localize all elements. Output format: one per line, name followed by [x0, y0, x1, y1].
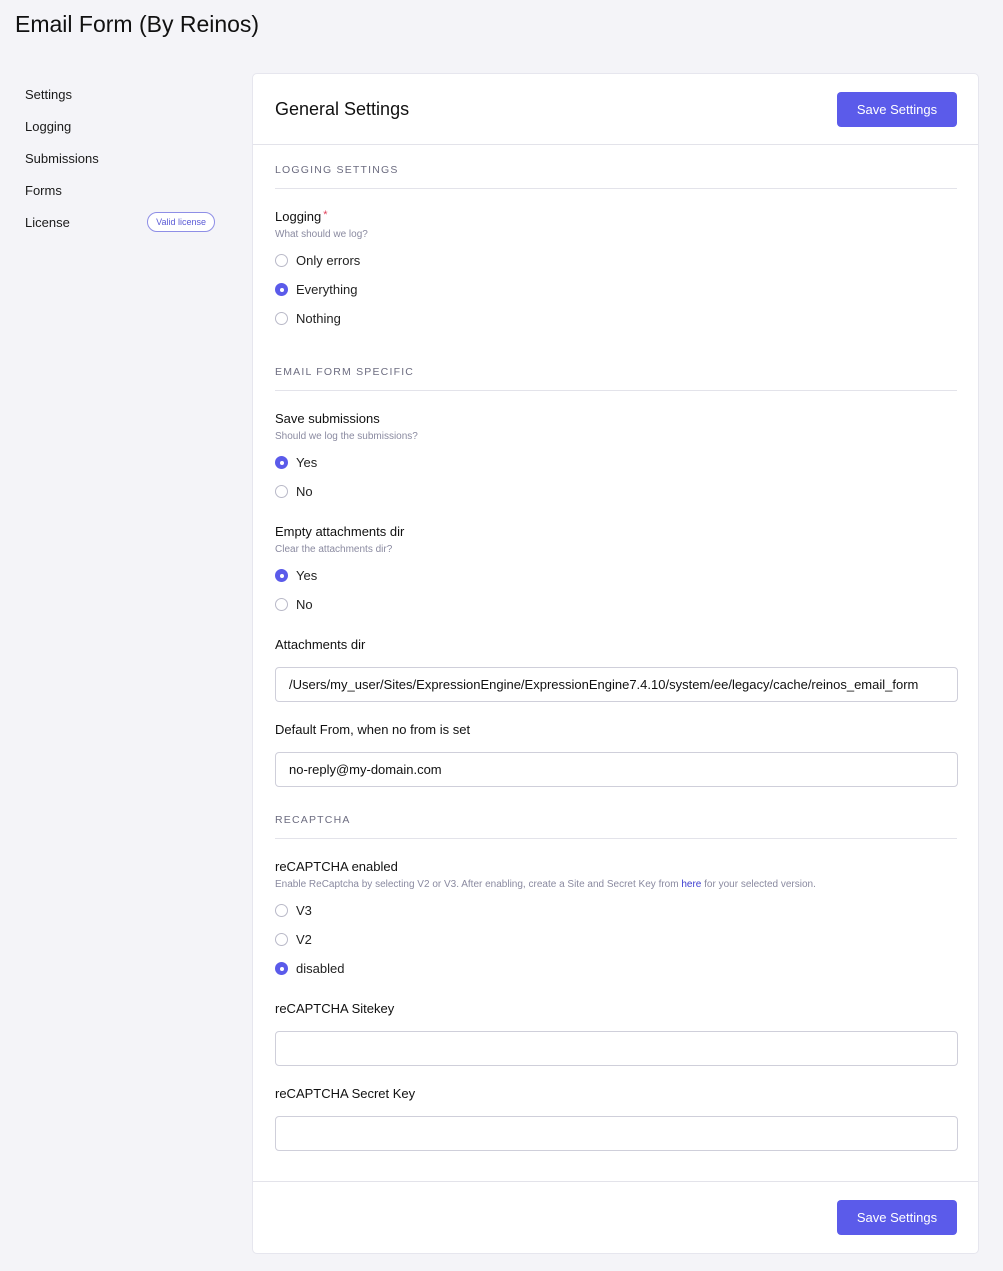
page-title: Email Form (By Reinos)	[15, 11, 260, 37]
radio-option-no[interactable]: No	[275, 477, 957, 506]
sidebar-item-license[interactable]: License Valid license	[25, 206, 220, 238]
save-settings-button[interactable]: Save Settings	[837, 91, 957, 127]
recaptcha-radio-group: V3 V2 disabled	[275, 896, 957, 983]
radio-button[interactable]	[275, 283, 288, 296]
radio-option-only-errors[interactable]: Only errors	[275, 246, 957, 275]
settings-panel: General Settings Save Settings LOGGING S…	[252, 73, 979, 1254]
sidebar-item-label: Settings	[25, 86, 72, 102]
empty-attachments-radio-group: Yes No	[275, 561, 957, 619]
logging-field: Logging * What should we log? Only errors…	[275, 209, 957, 333]
field-label: Save submissions	[275, 411, 380, 426]
radio-button[interactable]	[275, 962, 288, 975]
recaptcha-enabled-field: reCAPTCHA enabled Enable ReCaptcha by se…	[275, 859, 957, 983]
footer-save-settings-button[interactable]: Save Settings	[837, 1200, 957, 1235]
panel-body: LOGGING SETTINGS Logging * What should we…	[253, 145, 978, 1151]
required-marker: *	[323, 209, 328, 221]
radio-option-v3[interactable]: V3	[275, 896, 957, 925]
radio-option-v2[interactable]: V2	[275, 925, 957, 954]
field-description: What should we log?	[275, 229, 368, 240]
default-from-input[interactable]	[275, 752, 958, 787]
sidebar-item-forms[interactable]: Forms	[25, 174, 220, 206]
radio-button[interactable]	[275, 254, 288, 267]
recaptcha-secret-input[interactable]	[275, 1116, 958, 1151]
license-status-badge: Valid license	[147, 212, 215, 232]
sidebar-nav: Settings Logging Submissions Forms Licen…	[25, 78, 220, 238]
sidebar-item-label: License	[25, 214, 70, 230]
radio-option-yes[interactable]: Yes	[275, 561, 957, 590]
field-label: Empty attachments dir	[275, 524, 405, 539]
attachments-dir-field: Attachments dir	[275, 637, 958, 702]
radio-button[interactable]	[275, 312, 288, 325]
sidebar-item-label: Submissions	[25, 150, 99, 166]
sidebar-item-label: Logging	[25, 118, 72, 134]
section-heading-email-form: EMAIL FORM SPECIFIC	[275, 347, 957, 391]
panel-header: General Settings Save Settings	[253, 74, 978, 145]
field-label: Default From, when no from is set	[275, 722, 471, 737]
radio-button[interactable]	[275, 456, 288, 469]
field-label: Attachments dir	[275, 637, 366, 652]
radio-option-nothing[interactable]: Nothing	[275, 304, 957, 333]
radio-button[interactable]	[275, 485, 288, 498]
radio-button[interactable]	[275, 933, 288, 946]
recaptcha-secret-field: reCAPTCHA Secret Key	[275, 1086, 958, 1151]
field-label: reCAPTCHA enabled	[275, 859, 398, 874]
default-from-field: Default From, when no from is set	[275, 722, 958, 787]
field-description: Enable ReCaptcha by selecting V2 or V3. …	[275, 879, 816, 890]
radio-option-disabled[interactable]: disabled	[275, 954, 957, 983]
attachments-dir-input[interactable]	[275, 667, 958, 702]
radio-option-yes[interactable]: Yes	[275, 448, 957, 477]
sidebar-item-settings[interactable]: Settings	[25, 78, 220, 110]
recaptcha-keys-link[interactable]: here	[681, 879, 701, 890]
field-label: Logging *	[275, 209, 328, 224]
logging-radio-group: Only errors Everything Nothing	[275, 246, 957, 333]
panel-title: General Settings	[275, 98, 410, 119]
sidebar-item-logging[interactable]: Logging	[25, 110, 220, 142]
field-label: reCAPTCHA Sitekey	[275, 1001, 395, 1016]
sidebar-item-label: Forms	[25, 182, 62, 198]
recaptcha-sitekey-input[interactable]	[275, 1031, 958, 1066]
radio-option-no[interactable]: No	[275, 590, 957, 619]
radio-button[interactable]	[275, 569, 288, 582]
field-label: reCAPTCHA Secret Key	[275, 1086, 416, 1101]
empty-attachments-field: Empty attachments dir Clear the attachme…	[275, 524, 957, 619]
recaptcha-sitekey-field: reCAPTCHA Sitekey	[275, 1001, 958, 1066]
field-description: Should we log the submissions?	[275, 431, 418, 442]
section-heading-recaptcha: RECAPTCHA	[275, 795, 957, 839]
radio-button[interactable]	[275, 904, 288, 917]
radio-button[interactable]	[275, 598, 288, 611]
section-heading-logging: LOGGING SETTINGS	[275, 145, 957, 189]
save-submissions-radio-group: Yes No	[275, 448, 957, 506]
panel-footer: Save Settings	[253, 1181, 978, 1253]
sidebar-item-submissions[interactable]: Submissions	[25, 142, 220, 174]
field-description: Clear the attachments dir?	[275, 544, 393, 555]
radio-option-everything[interactable]: Everything	[275, 275, 957, 304]
save-submissions-field: Save submissions Should we log the submi…	[275, 411, 957, 506]
